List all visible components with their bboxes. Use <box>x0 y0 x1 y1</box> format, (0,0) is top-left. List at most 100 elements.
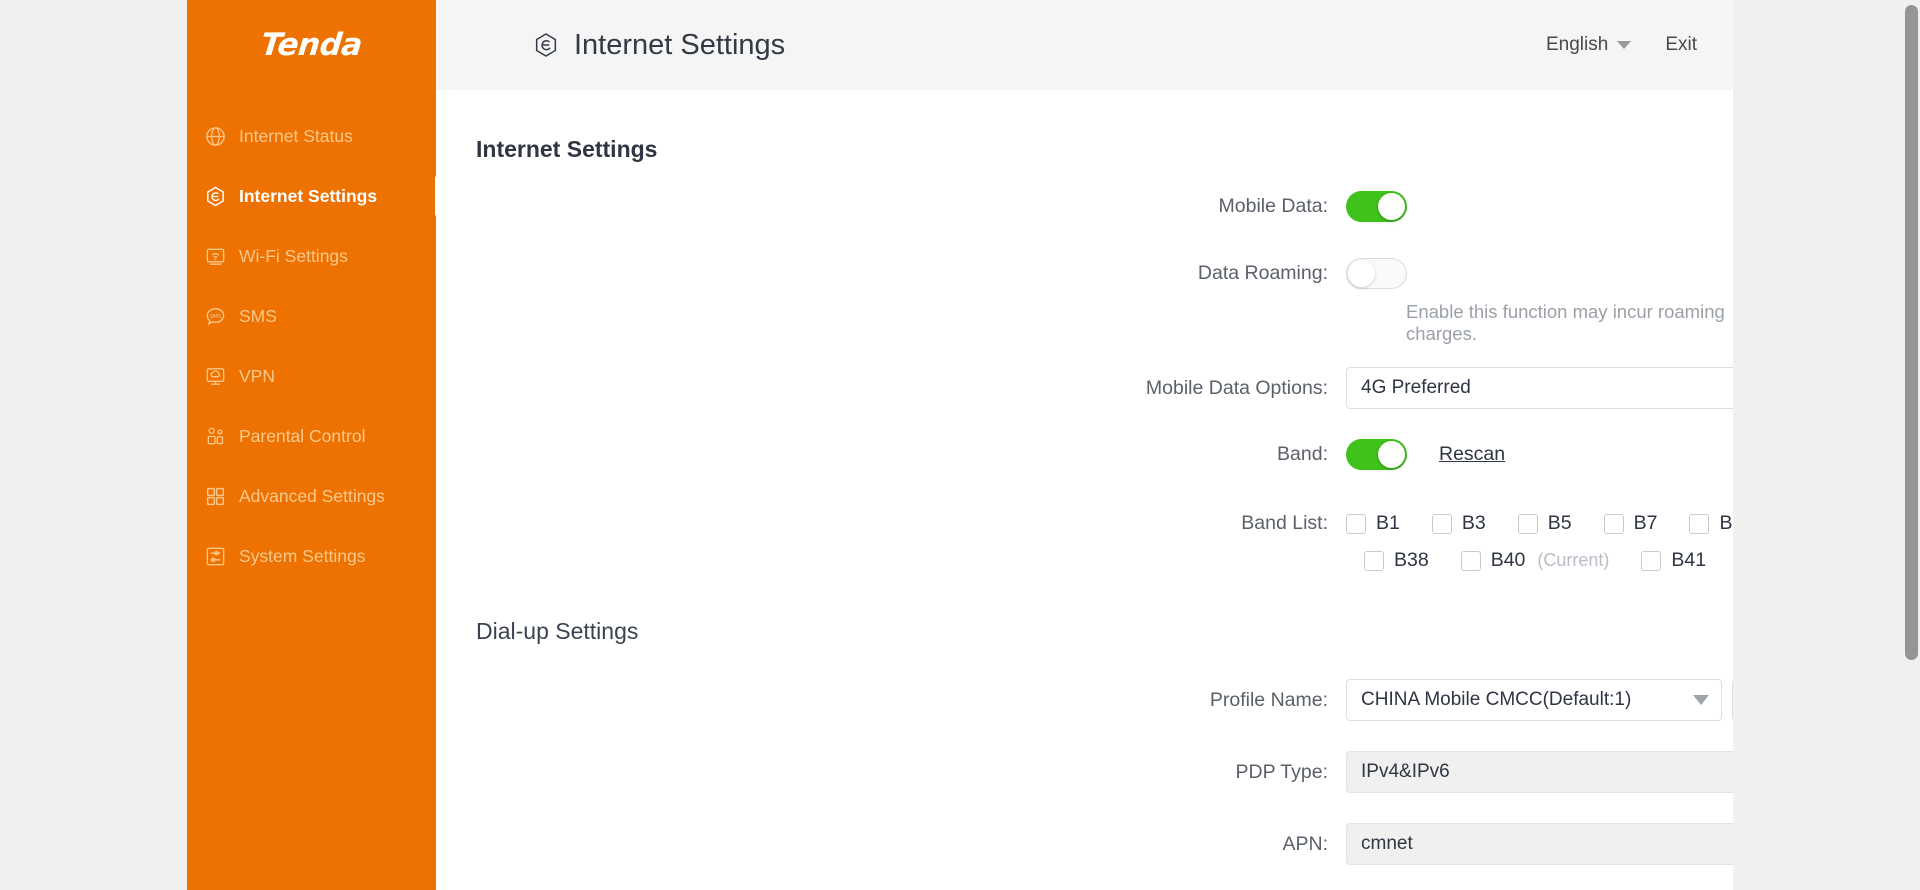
row-pdp-type: PDP Type: IPv4&IPv6 <box>436 751 1733 793</box>
sidebar-item-vpn[interactable]: VPN <box>187 346 436 406</box>
sidebar-item-label: System Settings <box>239 546 365 567</box>
row-band-list-2: B38 B40 (Current) B41 <box>1346 549 1733 572</box>
people-icon <box>202 423 228 449</box>
band-checkbox-b8[interactable]: B8 <box>1689 512 1733 535</box>
section-title-dialup-settings: Dial-up Settings <box>476 618 1733 645</box>
chevron-down-icon <box>1617 41 1631 49</box>
band-checkbox-b40[interactable]: B40 <box>1461 549 1526 572</box>
band-label: B40 <box>1491 549 1526 572</box>
checkbox-icon <box>1432 514 1452 534</box>
grid-squares-icon <box>202 483 228 509</box>
data-roaming-toggle[interactable] <box>1346 258 1407 289</box>
band-checkbox-b38[interactable]: B38 <box>1364 549 1429 572</box>
profile-name-select[interactable]: CHINA Mobile CMCC(Default:1) <box>1346 679 1722 721</box>
sidebar-item-label: Internet Status <box>239 126 353 147</box>
row-band: Band: Rescan <box>436 439 1733 470</box>
mobile-data-options-label: Mobile Data Options: <box>436 377 1346 400</box>
toggle-knob <box>1378 441 1405 468</box>
band-label: B41 <box>1671 549 1706 572</box>
band-checkbox-b1[interactable]: B1 <box>1346 512 1400 535</box>
row-mobile-data-options: Mobile Data Options: 4G Preferred <box>436 367 1733 409</box>
create-profile-button[interactable]: Create a Profile <box>1732 679 1733 721</box>
mobile-data-toggle[interactable] <box>1346 191 1407 222</box>
band-checkbox-b3[interactable]: B3 <box>1432 512 1486 535</box>
sidebar-item-label: Parental Control <box>239 426 365 447</box>
sidebar-item-system-settings[interactable]: System Settings <box>187 526 436 586</box>
pdp-type-select[interactable]: IPv4&IPv6 <box>1346 751 1733 793</box>
rescan-link[interactable]: Rescan <box>1439 443 1505 466</box>
band-label: B5 <box>1548 512 1572 535</box>
hexagon-e-icon <box>532 31 560 59</box>
band-current-note: (Current) <box>1537 550 1609 571</box>
tenda-logo-text: Tenda <box>259 27 364 63</box>
data-roaming-hint: Enable this function may incur roaming c… <box>1406 301 1733 345</box>
scrollbar-thumb[interactable] <box>1905 5 1918 660</box>
band-checkbox-b7[interactable]: B7 <box>1604 512 1658 535</box>
page-scrollbar[interactable] <box>1903 0 1920 890</box>
top-header: Internet Settings English Exit <box>436 0 1733 90</box>
select-value: 4G Preferred <box>1361 377 1733 399</box>
sliders-box-icon <box>202 543 228 569</box>
row-data-roaming: Data Roaming: <box>436 258 1733 289</box>
sidebar-nav: Internet Status Internet Settings <box>187 90 436 586</box>
checkbox-icon <box>1518 514 1538 534</box>
row-mobile-data: Mobile Data: <box>436 191 1733 222</box>
hexagon-e-icon <box>202 183 228 209</box>
exit-button[interactable]: Exit <box>1665 34 1697 56</box>
mobile-data-options-select[interactable]: 4G Preferred <box>1346 367 1733 409</box>
language-label: English <box>1546 34 1608 56</box>
band-label: B38 <box>1394 549 1429 572</box>
sidebar-item-internet-status[interactable]: Internet Status <box>187 106 436 166</box>
page-title-text: Internet Settings <box>574 29 785 62</box>
section-title-internet-settings: Internet Settings <box>476 136 1733 163</box>
content-area: Internet Settings Mobile Data: Data Roam… <box>436 90 1733 890</box>
checkbox-icon <box>1641 551 1661 571</box>
sidebar-item-internet-settings[interactable]: Internet Settings <box>187 166 436 226</box>
sms-bubble-icon: SMS <box>202 303 228 329</box>
sidebar-item-label: VPN <box>239 366 275 387</box>
select-value: CHINA Mobile CMCC(Default:1) <box>1361 689 1693 711</box>
sidebar-item-parental-control[interactable]: Parental Control <box>187 406 436 466</box>
apn-label: APN: <box>436 833 1346 856</box>
sidebar-item-wifi-settings[interactable]: Wi-Fi Settings <box>187 226 436 286</box>
band-label: Band: <box>436 443 1346 466</box>
band-label: B3 <box>1462 512 1486 535</box>
apn-input[interactable]: cmnet <box>1346 823 1733 865</box>
band-checkbox-b5[interactable]: B5 <box>1518 512 1572 535</box>
brand-logo: Tenda <box>187 0 436 90</box>
app-root: Tenda Internet Status <box>0 0 1920 890</box>
select-value: IPv4&IPv6 <box>1361 761 1733 783</box>
page-title: Internet Settings <box>532 29 785 62</box>
checkbox-icon <box>1461 551 1481 571</box>
toggle-knob <box>1378 193 1405 220</box>
row-band-list: Band List: B1 B3 B5 B7 <box>436 512 1733 535</box>
language-selector[interactable]: English <box>1546 34 1631 56</box>
band-label: B8 <box>1719 512 1733 535</box>
sidebar-item-label: Wi-Fi Settings <box>239 246 348 267</box>
checkbox-icon <box>1364 551 1384 571</box>
checkbox-icon <box>1689 514 1709 534</box>
svg-text:SMS: SMS <box>209 313 221 319</box>
wifi-box-icon <box>202 243 228 269</box>
band-list-label: Band List: <box>436 512 1346 535</box>
sidebar-item-label: SMS <box>239 306 277 327</box>
band-label: B1 <box>1376 512 1400 535</box>
band-label: B7 <box>1634 512 1658 535</box>
row-profile-name: Profile Name: CHINA Mobile CMCC(Default:… <box>436 679 1733 721</box>
pdp-type-label: PDP Type: <box>436 761 1346 784</box>
band-checkbox-b41[interactable]: B41 <box>1641 549 1706 572</box>
sidebar-item-label: Advanced Settings <box>239 486 385 507</box>
globe-icon <box>202 123 228 149</box>
checkbox-icon <box>1346 514 1366 534</box>
chevron-down-icon <box>1693 695 1709 705</box>
toggle-knob <box>1348 260 1375 287</box>
sidebar-item-advanced-settings[interactable]: Advanced Settings <box>187 466 436 526</box>
header-actions: English Exit <box>1546 34 1697 56</box>
sidebar-item-sms[interactable]: SMS SMS <box>187 286 436 346</box>
row-apn: APN: cmnet <box>436 823 1733 865</box>
data-roaming-label: Data Roaming: <box>436 262 1346 285</box>
checkbox-icon <box>1604 514 1624 534</box>
profile-name-label: Profile Name: <box>436 689 1346 712</box>
mobile-data-label: Mobile Data: <box>436 195 1346 218</box>
band-toggle[interactable] <box>1346 439 1407 470</box>
